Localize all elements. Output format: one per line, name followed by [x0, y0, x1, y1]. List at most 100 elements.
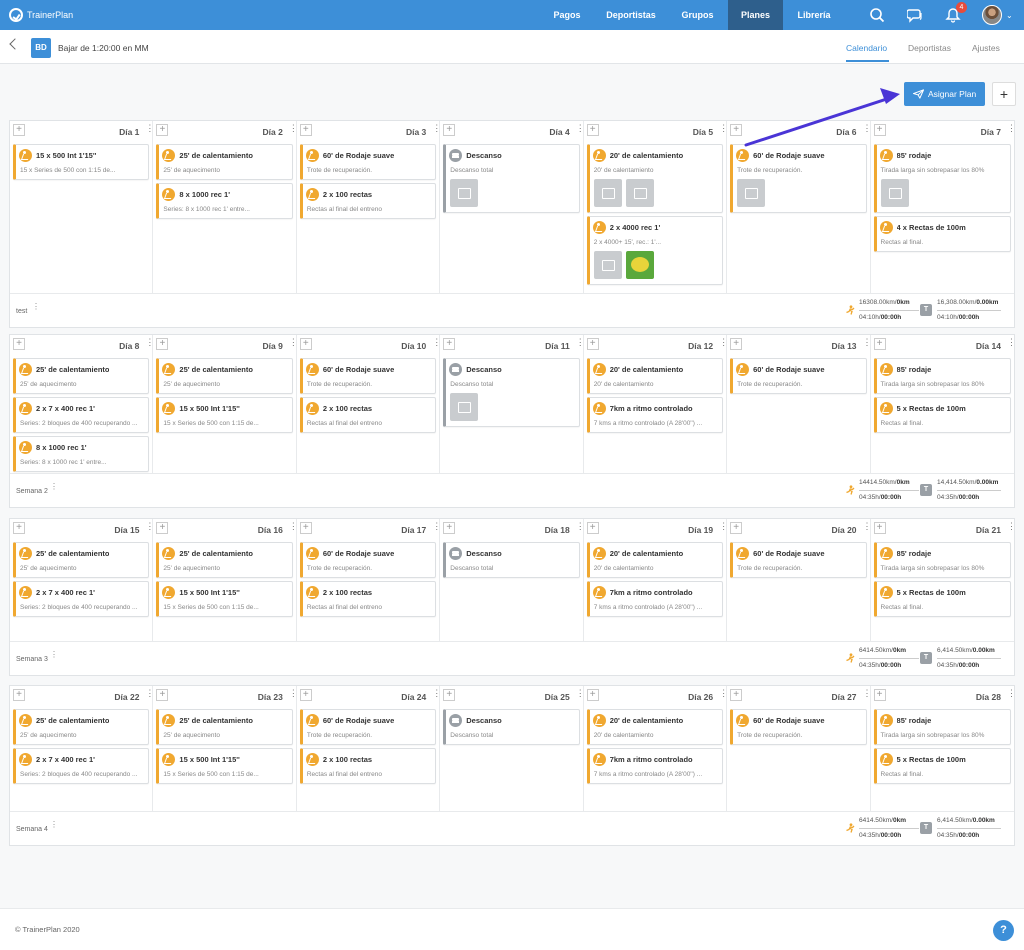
workout-card[interactable]: 7km a ritmo controlado 7 kms a ritmo cont…: [586, 748, 724, 784]
workout-card[interactable]: Descanso Descanso total: [443, 709, 580, 745]
week-menu-icon[interactable]: ⋮: [32, 303, 40, 311]
day-menu-icon[interactable]: ⋮: [719, 338, 728, 347]
nav-link-grupos[interactable]: Grupos: [670, 0, 725, 30]
workout-card[interactable]: Descanso Descanso total: [443, 144, 580, 213]
add-workout-button[interactable]: +: [586, 338, 599, 350]
workout-card[interactable]: 8 x 1000 rec 1' Series: 8 x 1000 rec 1' e…: [156, 183, 293, 219]
day-menu-icon[interactable]: ⋮: [145, 124, 154, 133]
day-menu-icon[interactable]: ⋮: [289, 522, 298, 531]
add-workout-button[interactable]: +: [13, 338, 25, 350]
add-workout-button[interactable]: +: [873, 338, 886, 350]
add-workout-button[interactable]: +: [13, 522, 25, 534]
image-placeholder-icon[interactable]: [880, 179, 909, 207]
chat-icon[interactable]: [907, 7, 923, 23]
add-workout-button[interactable]: +: [873, 689, 886, 701]
day-menu-icon[interactable]: ⋮: [863, 522, 872, 531]
workout-card[interactable]: 5 x Rectas de 100m Rectas al final.: [873, 748, 1011, 784]
workout-card[interactable]: 60' de Rodaje suave Trote de recuperación…: [299, 358, 437, 394]
day-menu-icon[interactable]: ⋮: [289, 338, 298, 347]
workout-card[interactable]: 2 x 100 rectas Rectas al final del entren…: [299, 581, 437, 617]
workout-card[interactable]: 20' de calentamiento 20' de calentamiento: [586, 542, 724, 578]
add-workout-button[interactable]: +: [156, 124, 169, 136]
tab-ajustes[interactable]: Ajustes: [972, 43, 1000, 53]
workout-card[interactable]: 25' de calentamiento 25' de aquecimento: [156, 358, 293, 394]
workout-card[interactable]: 20' de calentamiento 20' de calentamiento: [586, 358, 724, 394]
workout-card[interactable]: 2 x 100 rectas Rectas al final del entren…: [299, 397, 437, 433]
nav-link-planes[interactable]: Planes: [728, 0, 783, 30]
workout-card[interactable]: 60' de Rodaje suave Trote de recuperación…: [730, 709, 867, 745]
day-menu-icon[interactable]: ⋮: [432, 522, 441, 531]
day-menu-icon[interactable]: ⋮: [719, 522, 728, 531]
workout-card[interactable]: 25' de calentamiento 25' de aquecimento: [13, 358, 150, 394]
add-workout-button[interactable]: +: [443, 338, 456, 350]
add-workout-button[interactable]: +: [156, 689, 169, 701]
week-menu-icon[interactable]: ⋮: [50, 651, 58, 659]
workout-card[interactable]: 15 x 500 Int 1'15'' 15 x Series de 500 co…: [156, 748, 293, 784]
nav-link-deportistas[interactable]: Deportistas: [600, 0, 662, 30]
workout-card[interactable]: 60' de Rodaje suave Trote de recuperación…: [299, 709, 437, 745]
workout-card[interactable]: 7km a ritmo controlado 7 kms a ritmo cont…: [586, 397, 724, 433]
workout-card[interactable]: 2 x 100 rectas Rectas al final del entren…: [299, 748, 437, 784]
add-workout-button[interactable]: +: [443, 689, 456, 701]
day-menu-icon[interactable]: ⋮: [1007, 338, 1016, 347]
add-workout-button[interactable]: +: [730, 522, 743, 534]
add-workout-button[interactable]: +: [873, 124, 886, 136]
day-menu-icon[interactable]: ⋮: [289, 124, 298, 133]
workout-card[interactable]: 4 x Rectas de 100m Rectas al final.: [873, 216, 1011, 252]
workout-card[interactable]: 7km a ritmo controlado 7 kms a ritmo cont…: [586, 581, 724, 617]
add-workout-button[interactable]: +: [730, 124, 743, 136]
nav-link-pagos[interactable]: Pagos: [543, 0, 591, 30]
workout-card[interactable]: Descanso Descanso total: [443, 358, 580, 427]
image-placeholder-icon[interactable]: [737, 179, 766, 207]
add-workout-button[interactable]: +: [299, 338, 312, 350]
add-workout-button[interactable]: +: [873, 522, 886, 534]
workout-card[interactable]: 2 x 7 x 400 rec 1' Series: 2 bloques de 4…: [13, 397, 150, 433]
workout-card[interactable]: 15 x 500 Int 1'15'' 15 x Series de 500 co…: [156, 581, 293, 617]
workout-card[interactable]: 8 x 1000 rec 1' Series: 8 x 1000 rec 1' e…: [13, 436, 150, 472]
workout-card[interactable]: 85' rodaje Tirada larga sin sobrepasar lo…: [873, 358, 1011, 394]
workout-card[interactable]: 20' de calentamiento 20' de calentamiento: [586, 709, 724, 745]
day-menu-icon[interactable]: ⋮: [432, 338, 441, 347]
add-workout-button[interactable]: +: [586, 689, 599, 701]
add-workout-button[interactable]: +: [299, 124, 312, 136]
assign-plan-button[interactable]: Asignar Plan: [904, 82, 985, 106]
workout-card[interactable]: 5 x Rectas de 100m Rectas al final.: [873, 581, 1011, 617]
add-workout-button[interactable]: +: [13, 124, 25, 136]
workout-card[interactable]: 2 x 7 x 400 rec 1' Series: 2 bloques de 4…: [13, 748, 150, 784]
day-menu-icon[interactable]: ⋮: [145, 338, 154, 347]
workout-card[interactable]: 15 x 500 Int 1'15'' 15 x Series de 500 co…: [156, 397, 293, 433]
day-menu-icon[interactable]: ⋮: [719, 124, 728, 133]
workout-card[interactable]: 25' de calentamiento 25' de aquecimento: [13, 542, 150, 578]
workout-card[interactable]: 60' de Rodaje suave Trote de recuperación…: [299, 542, 437, 578]
day-menu-icon[interactable]: ⋮: [863, 689, 872, 698]
workout-card[interactable]: 20' de calentamiento 20' de calentamiento: [586, 144, 724, 213]
workout-card[interactable]: 60' de Rodaje suave Trote de recuperación…: [730, 542, 867, 578]
workout-card[interactable]: 2 x 100 rectas Rectas al final del entren…: [299, 183, 437, 219]
workout-card[interactable]: 85' rodaje Tirada larga sin sobrepasar lo…: [873, 144, 1011, 213]
day-menu-icon[interactable]: ⋮: [863, 338, 872, 347]
back-arrow-icon[interactable]: [9, 38, 21, 50]
brand[interactable]: TrainerPlan: [9, 8, 73, 22]
image-placeholder-icon[interactable]: [450, 393, 479, 421]
add-workout-button[interactable]: +: [586, 522, 599, 534]
workout-card[interactable]: 2 x 7 x 400 rec 1' Series: 2 bloques de 4…: [13, 581, 150, 617]
day-menu-icon[interactable]: ⋮: [576, 689, 585, 698]
workout-card[interactable]: 15 x 500 Int 1'15'' 15 x Series de 500 co…: [13, 144, 150, 180]
workout-card[interactable]: 85' rodaje Tirada larga sin sobrepasar lo…: [873, 709, 1011, 745]
user-avatar[interactable]: [982, 5, 1002, 25]
file-attachment-icon[interactable]: [593, 251, 622, 279]
add-workout-button[interactable]: +: [13, 689, 25, 701]
workout-card[interactable]: 60' de Rodaje suave Trote de recuperación…: [730, 358, 867, 394]
week-menu-icon[interactable]: ⋮: [50, 821, 58, 829]
add-workout-button[interactable]: +: [299, 689, 312, 701]
day-menu-icon[interactable]: ⋮: [145, 522, 154, 531]
file-attachment-icon[interactable]: [450, 179, 479, 207]
workout-card[interactable]: 60' de Rodaje suave Trote de recuperación…: [730, 144, 867, 213]
day-menu-icon[interactable]: ⋮: [719, 689, 728, 698]
workout-card[interactable]: 25' de calentamiento 25' de aquecimento: [13, 709, 150, 745]
add-workout-button[interactable]: +: [156, 338, 169, 350]
add-workout-button[interactable]: +: [730, 689, 743, 701]
nav-link-libreria[interactable]: Librería: [788, 0, 840, 30]
add-workout-button[interactable]: +: [586, 124, 599, 136]
chevron-down-icon[interactable]: ⌄: [1006, 11, 1013, 20]
